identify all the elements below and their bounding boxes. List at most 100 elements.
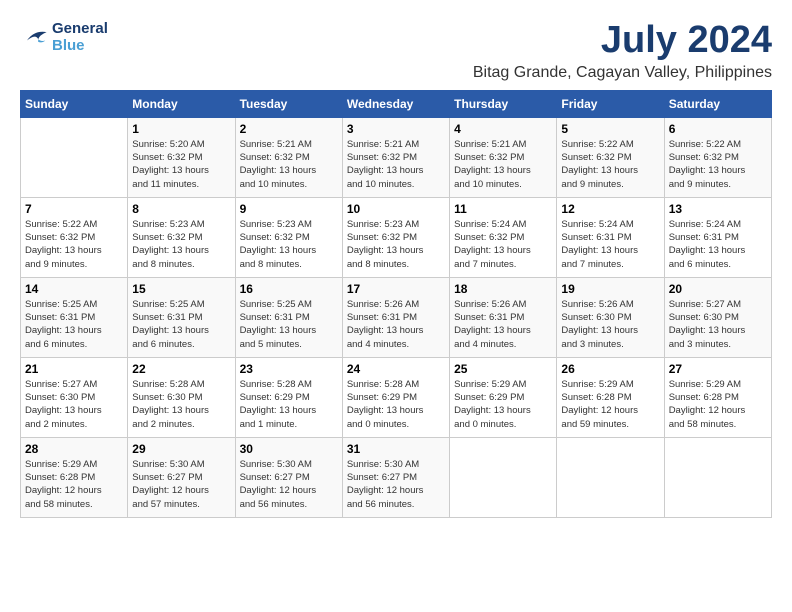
day-number: 17 [347, 282, 445, 296]
day-number: 7 [25, 202, 123, 216]
day-number: 2 [240, 122, 338, 136]
calendar-cell: 19 Sunrise: 5:26 AM Sunset: 6:30 PM Dayli… [557, 277, 664, 357]
calendar-cell: 21 Sunrise: 5:27 AM Sunset: 6:30 PM Dayli… [21, 357, 128, 437]
day-info: Sunrise: 5:23 AM Sunset: 6:32 PM Dayligh… [347, 218, 445, 271]
day-info: Sunrise: 5:25 AM Sunset: 6:31 PM Dayligh… [25, 298, 123, 351]
calendar-cell: 26 Sunrise: 5:29 AM Sunset: 6:28 PM Dayli… [557, 357, 664, 437]
calendar-cell: 4 Sunrise: 5:21 AM Sunset: 6:32 PM Daylig… [450, 117, 557, 197]
day-info: Sunrise: 5:28 AM Sunset: 6:29 PM Dayligh… [240, 378, 338, 431]
day-number: 3 [347, 122, 445, 136]
day-number: 9 [240, 202, 338, 216]
weekday-tuesday: Tuesday [235, 90, 342, 117]
day-info: Sunrise: 5:30 AM Sunset: 6:27 PM Dayligh… [132, 458, 230, 511]
day-info: Sunrise: 5:28 AM Sunset: 6:29 PM Dayligh… [347, 378, 445, 431]
day-info: Sunrise: 5:30 AM Sunset: 6:27 PM Dayligh… [347, 458, 445, 511]
day-number: 20 [669, 282, 767, 296]
weekday-header-row: SundayMondayTuesdayWednesdayThursdayFrid… [21, 90, 772, 117]
calendar-cell: 30 Sunrise: 5:30 AM Sunset: 6:27 PM Dayli… [235, 437, 342, 517]
calendar-cell: 1 Sunrise: 5:20 AM Sunset: 6:32 PM Daylig… [128, 117, 235, 197]
day-number: 24 [347, 362, 445, 376]
day-info: Sunrise: 5:26 AM Sunset: 6:30 PM Dayligh… [561, 298, 659, 351]
calendar-cell: 5Sunrise: 5:22 AM Sunset: 6:32 PM Daylig… [557, 117, 664, 197]
day-info: Sunrise: 5:25 AM Sunset: 6:31 PM Dayligh… [132, 298, 230, 351]
day-info: Sunrise: 5:29 AM Sunset: 6:29 PM Dayligh… [454, 378, 552, 431]
calendar-cell: 9 Sunrise: 5:23 AM Sunset: 6:32 PM Daylig… [235, 197, 342, 277]
day-info: Sunrise: 5:22 AM Sunset: 6:32 PM Dayligh… [669, 138, 767, 191]
calendar-table: SundayMondayTuesdayWednesdayThursdayFrid… [20, 90, 772, 518]
day-info: Sunrise: 5:23 AM Sunset: 6:32 PM Dayligh… [240, 218, 338, 271]
day-number: 30 [240, 442, 338, 456]
calendar-cell: 16 Sunrise: 5:25 AM Sunset: 6:31 PM Dayli… [235, 277, 342, 357]
day-info: Sunrise: 5:29 AM Sunset: 6:28 PM Dayligh… [561, 378, 659, 431]
day-info: Sunrise: 5:24 AM Sunset: 6:32 PM Dayligh… [454, 218, 552, 271]
calendar-cell: 3 Sunrise: 5:21 AM Sunset: 6:32 PM Daylig… [342, 117, 449, 197]
day-number: 14 [25, 282, 123, 296]
title-area: July 2024 Bitag Grande, Cagayan Valley, … [473, 20, 772, 82]
day-info: Sunrise: 5:22 AM Sunset: 6:32 PM Dayligh… [561, 138, 659, 191]
day-info: Sunrise: 5:29 AM Sunset: 6:28 PM Dayligh… [669, 378, 767, 431]
calendar-cell: 20 Sunrise: 5:27 AM Sunset: 6:30 PM Dayli… [664, 277, 771, 357]
week-row-3: 14 Sunrise: 5:25 AM Sunset: 6:31 PM Dayli… [21, 277, 772, 357]
weekday-monday: Monday [128, 90, 235, 117]
calendar-cell: 12 Sunrise: 5:24 AM Sunset: 6:31 PM Dayli… [557, 197, 664, 277]
weekday-friday: Friday [557, 90, 664, 117]
calendar-cell: 8 Sunrise: 5:23 AM Sunset: 6:32 PM Daylig… [128, 197, 235, 277]
day-info: Sunrise: 5:24 AM Sunset: 6:31 PM Dayligh… [669, 218, 767, 271]
day-number: 15 [132, 282, 230, 296]
day-info: Sunrise: 5:28 AM Sunset: 6:30 PM Dayligh… [132, 378, 230, 431]
calendar-cell: 18Sunrise: 5:26 AM Sunset: 6:31 PM Dayli… [450, 277, 557, 357]
logo-text-blue: Blue [52, 37, 108, 54]
day-number: 11 [454, 202, 552, 216]
day-info: Sunrise: 5:27 AM Sunset: 6:30 PM Dayligh… [25, 378, 123, 431]
calendar-cell: 7Sunrise: 5:22 AM Sunset: 6:32 PM Daylig… [21, 197, 128, 277]
day-number: 16 [240, 282, 338, 296]
day-info: Sunrise: 5:26 AM Sunset: 6:31 PM Dayligh… [347, 298, 445, 351]
calendar-cell: 27 Sunrise: 5:29 AM Sunset: 6:28 PM Dayli… [664, 357, 771, 437]
day-info: Sunrise: 5:30 AM Sunset: 6:27 PM Dayligh… [240, 458, 338, 511]
location-title: Bitag Grande, Cagayan Valley, Philippine… [473, 64, 772, 82]
day-number: 8 [132, 202, 230, 216]
page-header: General Blue July 2024 Bitag Grande, Cag… [20, 20, 772, 82]
calendar-cell: 23 Sunrise: 5:28 AM Sunset: 6:29 PM Dayli… [235, 357, 342, 437]
day-number: 18 [454, 282, 552, 296]
day-number: 13 [669, 202, 767, 216]
day-number: 1 [132, 122, 230, 136]
day-info: Sunrise: 5:25 AM Sunset: 6:31 PM Dayligh… [240, 298, 338, 351]
calendar-cell: 13 Sunrise: 5:24 AM Sunset: 6:31 PM Dayli… [664, 197, 771, 277]
month-title: July 2024 [473, 20, 772, 62]
calendar-cell [664, 437, 771, 517]
calendar-body: 1 Sunrise: 5:20 AM Sunset: 6:32 PM Daylig… [21, 117, 772, 517]
day-number: 28 [25, 442, 123, 456]
weekday-thursday: Thursday [450, 90, 557, 117]
day-number: 6 [669, 122, 767, 136]
day-info: Sunrise: 5:24 AM Sunset: 6:31 PM Dayligh… [561, 218, 659, 271]
calendar-cell: 24 Sunrise: 5:28 AM Sunset: 6:29 PM Dayli… [342, 357, 449, 437]
day-number: 4 [454, 122, 552, 136]
day-info: Sunrise: 5:20 AM Sunset: 6:32 PM Dayligh… [132, 138, 230, 191]
calendar-cell: 17 Sunrise: 5:26 AM Sunset: 6:31 PM Dayli… [342, 277, 449, 357]
day-info: Sunrise: 5:27 AM Sunset: 6:30 PM Dayligh… [669, 298, 767, 351]
calendar-cell: 29Sunrise: 5:30 AM Sunset: 6:27 PM Dayli… [128, 437, 235, 517]
week-row-5: 28 Sunrise: 5:29 AM Sunset: 6:28 PM Dayli… [21, 437, 772, 517]
day-number: 19 [561, 282, 659, 296]
calendar-cell: 22 Sunrise: 5:28 AM Sunset: 6:30 PM Dayli… [128, 357, 235, 437]
day-info: Sunrise: 5:21 AM Sunset: 6:32 PM Dayligh… [240, 138, 338, 191]
logo: General Blue [20, 20, 108, 54]
day-number: 23 [240, 362, 338, 376]
calendar-cell: 11 Sunrise: 5:24 AM Sunset: 6:32 PM Dayli… [450, 197, 557, 277]
calendar-cell: 10Sunrise: 5:23 AM Sunset: 6:32 PM Dayli… [342, 197, 449, 277]
day-info: Sunrise: 5:21 AM Sunset: 6:32 PM Dayligh… [347, 138, 445, 191]
day-number: 25 [454, 362, 552, 376]
week-row-1: 1 Sunrise: 5:20 AM Sunset: 6:32 PM Daylig… [21, 117, 772, 197]
day-info: Sunrise: 5:21 AM Sunset: 6:32 PM Dayligh… [454, 138, 552, 191]
day-number: 22 [132, 362, 230, 376]
calendar-cell: 28 Sunrise: 5:29 AM Sunset: 6:28 PM Dayli… [21, 437, 128, 517]
day-number: 27 [669, 362, 767, 376]
day-info: Sunrise: 5:29 AM Sunset: 6:28 PM Dayligh… [25, 458, 123, 511]
day-number: 12 [561, 202, 659, 216]
day-number: 21 [25, 362, 123, 376]
calendar-cell [21, 117, 128, 197]
day-number: 26 [561, 362, 659, 376]
day-info: Sunrise: 5:23 AM Sunset: 6:32 PM Dayligh… [132, 218, 230, 271]
calendar-cell: 15 Sunrise: 5:25 AM Sunset: 6:31 PM Dayli… [128, 277, 235, 357]
